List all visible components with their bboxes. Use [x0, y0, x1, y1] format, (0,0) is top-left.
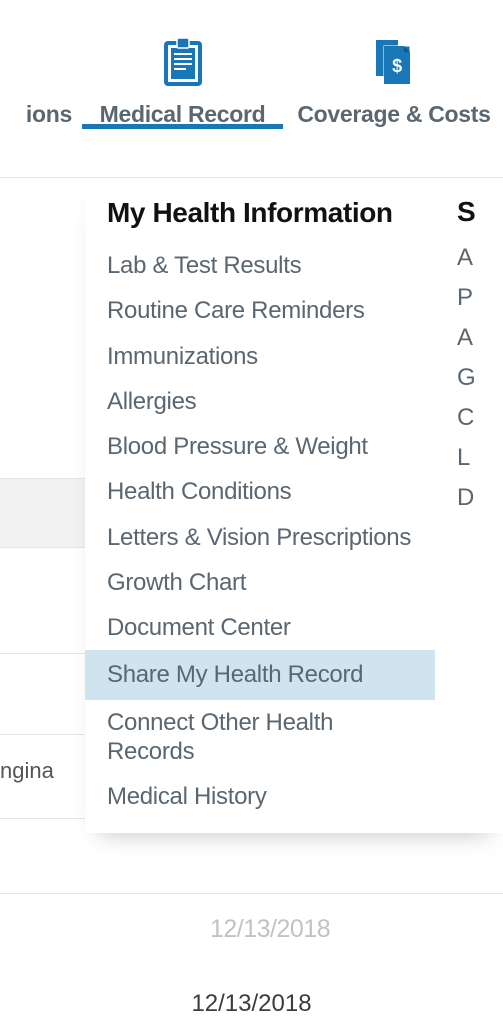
active-tab-underline [82, 124, 283, 129]
menu-item-share-my-health-record[interactable]: Share My Health Record [85, 650, 435, 699]
bg-date-3: 12/13/2018 [210, 915, 330, 944]
menu-item-blood-pressure-weight[interactable]: Blood Pressure & Weight [85, 424, 429, 469]
svg-text:$: $ [392, 56, 402, 76]
tab-partial-left[interactable]: ions [0, 0, 80, 129]
menu-side-heading-partial: S [457, 196, 497, 238]
menu-side-item-0[interactable]: A [457, 238, 497, 278]
menu-item-growth-chart[interactable]: Growth Chart [85, 560, 429, 605]
menu-side-item-3[interactable]: G [457, 358, 497, 398]
menu-item-allergies[interactable]: Allergies [85, 379, 429, 424]
medical-record-menu: My Health Information Lab & Test Results… [85, 178, 503, 833]
tab-partial-left-label: ions [26, 100, 72, 129]
menu-item-immunizations[interactable]: Immunizations [85, 334, 429, 379]
menu-item-document-center[interactable]: Document Center [85, 605, 429, 650]
menu-item-health-conditions[interactable]: Health Conditions [85, 469, 429, 514]
bg-row-label-partial: ngina [0, 758, 54, 784]
menu-side-item-1[interactable]: P [457, 278, 497, 318]
clipboard-icon [162, 36, 204, 86]
menu-item-connect-other-records[interactable]: Connect Other Health Records [85, 700, 429, 775]
menu-column-health-info: My Health Information Lab & Test Results… [107, 196, 429, 819]
tab-coverage-costs[interactable]: $ Coverage & Costs [285, 0, 503, 129]
menu-item-medical-history[interactable]: Medical History [85, 774, 429, 819]
top-nav: ions Medical Record [0, 0, 503, 178]
tab-medical-record[interactable]: Medical Record [80, 0, 285, 129]
menu-side-item-4[interactable]: C [457, 398, 497, 438]
menu-item-lab-test-results[interactable]: Lab & Test Results [85, 243, 429, 288]
menu-side-item-5[interactable]: L [457, 438, 497, 478]
menu-side-item-6[interactable]: D [457, 478, 497, 518]
bottom-visible-date: 12/13/2018 [0, 990, 503, 1018]
dollar-document-icon: $ [372, 36, 416, 86]
tab-coverage-label: Coverage & Costs [297, 100, 490, 129]
menu-heading-health-info: My Health Information [107, 196, 429, 229]
menu-item-routine-care-reminders[interactable]: Routine Care Reminders [85, 288, 429, 333]
menu-side-item-2[interactable]: A [457, 318, 497, 358]
menu-item-letters-vision-rx[interactable]: Letters & Vision Prescriptions [85, 515, 429, 560]
menu-column-secondary-partial: S A P A G C L D [457, 196, 497, 819]
